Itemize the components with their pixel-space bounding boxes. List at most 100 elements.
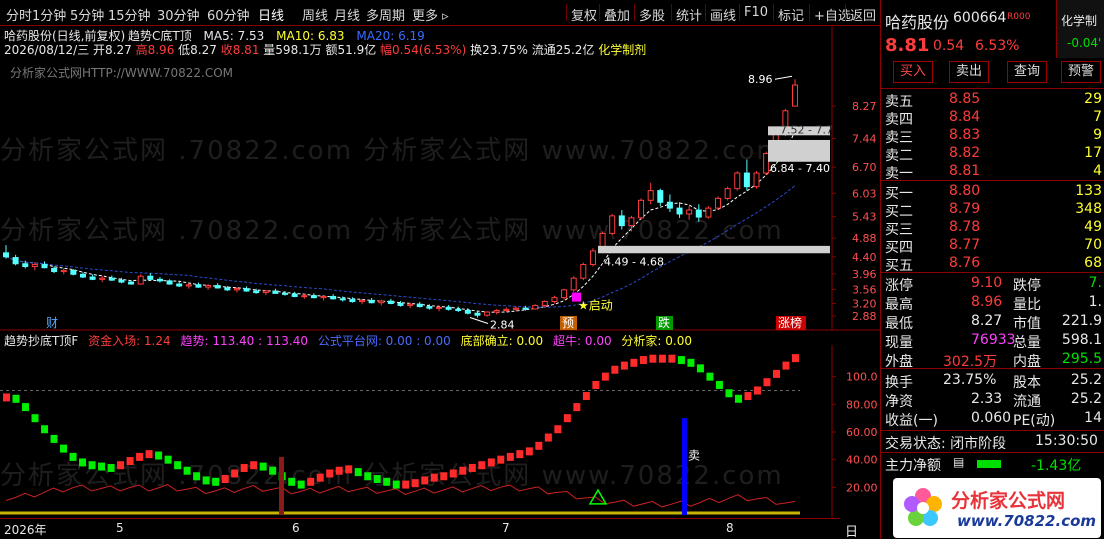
bid-row-price: 8.78 <box>949 219 981 235</box>
candle-body <box>224 287 231 291</box>
toolbar-button[interactable]: 标记 <box>778 5 804 24</box>
period-tab[interactable]: 日线 <box>258 5 284 24</box>
candle-body <box>580 264 587 279</box>
toolbar-button[interactable]: 复权 <box>571 5 597 24</box>
trend-block <box>79 458 87 467</box>
trade-state: 交易状态: 闭市阶段 <box>885 436 1007 452</box>
ask-row-label: 卖五 <box>885 94 913 110</box>
stat-label: 现量 <box>885 335 913 351</box>
buy-button[interactable]: 买入 <box>893 61 933 83</box>
ind-tick-label: 40.00 <box>846 454 878 467</box>
stat-value: 598.1 <box>1061 332 1102 348</box>
alert-button[interactable]: 预警 <box>1061 61 1101 83</box>
toolbar-button[interactable]: 多股 <box>639 5 665 24</box>
toolbar-button[interactable]: 画线 <box>710 5 736 24</box>
period-tab[interactable]: 30分钟 <box>157 5 200 24</box>
bid-row-volume: 68 <box>1084 255 1102 271</box>
bid-row-volume: 348 <box>1075 201 1102 217</box>
period-tab[interactable]: 多周期 <box>366 5 405 24</box>
candle-body <box>541 301 548 306</box>
candle-body <box>233 288 240 291</box>
period-tab[interactable]: 周线 <box>302 5 328 24</box>
candle <box>22 260 29 269</box>
candle-body <box>108 277 115 281</box>
period-tab[interactable]: 60分钟 <box>207 5 250 24</box>
toolbar-separator <box>705 4 706 21</box>
candle <box>387 298 394 305</box>
candle-body <box>628 217 635 227</box>
ind-tick-label: 100.0 <box>846 371 878 384</box>
candle-body <box>503 308 510 311</box>
ask-row-volume: 17 <box>1084 145 1102 161</box>
start-label: ★启动 <box>578 298 613 312</box>
period-tab[interactable]: 分时 <box>6 5 32 24</box>
stat-value: 8.27 <box>971 313 1003 329</box>
trend-block <box>649 354 657 363</box>
sector-box[interactable]: 化学制 -0.04' <box>1056 0 1104 58</box>
candle <box>551 295 558 304</box>
resistance-band <box>768 139 830 162</box>
period-tab[interactable]: 月线 <box>334 5 360 24</box>
trend-block <box>753 386 761 395</box>
toolbar-separator <box>845 4 846 21</box>
period-tab[interactable]: 更多 ▹ <box>412 5 449 24</box>
price-chart[interactable]: 8.27 7.44 6.70 6.03 5.43 4.88 4.40 3.96 3.563.20… <box>0 26 880 331</box>
period-tab[interactable]: 1分钟 <box>32 5 66 24</box>
toolbar-button[interactable]: F10 <box>744 5 768 20</box>
toolbar-separator <box>599 4 600 21</box>
candle-body <box>99 277 106 280</box>
candle-body <box>657 190 664 203</box>
candle <box>31 262 38 271</box>
candle-body <box>339 298 346 301</box>
period-tab[interactable]: 15分钟 <box>108 5 151 24</box>
candle-body <box>426 306 433 309</box>
ask-row-price: 8.84 <box>949 109 981 125</box>
candle-body <box>570 277 577 291</box>
divider <box>881 272 1104 273</box>
quote-code: 600664 <box>953 10 1007 26</box>
trend-block <box>516 450 524 459</box>
ask-row-price: 8.85 <box>949 91 981 107</box>
price-tick-label: 3.20 <box>852 297 877 310</box>
trend-block <box>792 354 799 363</box>
trend-block <box>411 479 419 488</box>
stat-value: 9.10 <box>971 275 1003 291</box>
price-tick-label: 4.40 <box>852 251 877 264</box>
candle <box>12 254 19 266</box>
candle <box>137 274 144 285</box>
trend-block <box>639 356 647 365</box>
quote-tag: R000 <box>1007 12 1031 22</box>
candle <box>214 283 221 289</box>
candle <box>349 297 356 303</box>
trend-block <box>459 466 467 475</box>
period-tab[interactable]: 5分钟 <box>70 5 104 24</box>
trend-block <box>601 372 609 381</box>
period-label[interactable]: 日线 <box>845 521 858 539</box>
trend-block <box>22 403 30 412</box>
list-icon[interactable]: ▤ <box>953 455 964 469</box>
stat-value: 1. <box>1088 294 1102 310</box>
trend-block <box>421 476 429 485</box>
trend-block <box>573 403 581 412</box>
candle <box>580 262 587 281</box>
candle <box>310 293 317 299</box>
toolbar-button[interactable]: 叠加 <box>604 5 630 24</box>
stat-value: 2.33 <box>971 391 1003 407</box>
candle-body <box>243 288 250 292</box>
stat-label: 内盘 <box>1013 354 1041 370</box>
query-button[interactable]: 查询 <box>1007 61 1047 83</box>
stat-label: 最高 <box>885 297 913 313</box>
toolbar-button[interactable]: 返回 <box>850 5 876 24</box>
candle-body <box>638 199 645 219</box>
price-tick-label: 7.44 <box>852 132 877 145</box>
toolbar-button[interactable]: 统计 <box>676 5 702 24</box>
candle <box>686 206 693 220</box>
candle-body <box>22 263 29 267</box>
candle-body <box>31 264 38 267</box>
indicator-chart[interactable]: 100.0 80.00 60.00 40.00 20.00 卖 <box>0 345 880 518</box>
trend-block <box>155 451 163 460</box>
candle-body <box>493 309 500 313</box>
trend-block <box>69 452 77 461</box>
sell-button[interactable]: 卖出 <box>949 61 989 83</box>
candle-body <box>609 215 616 234</box>
